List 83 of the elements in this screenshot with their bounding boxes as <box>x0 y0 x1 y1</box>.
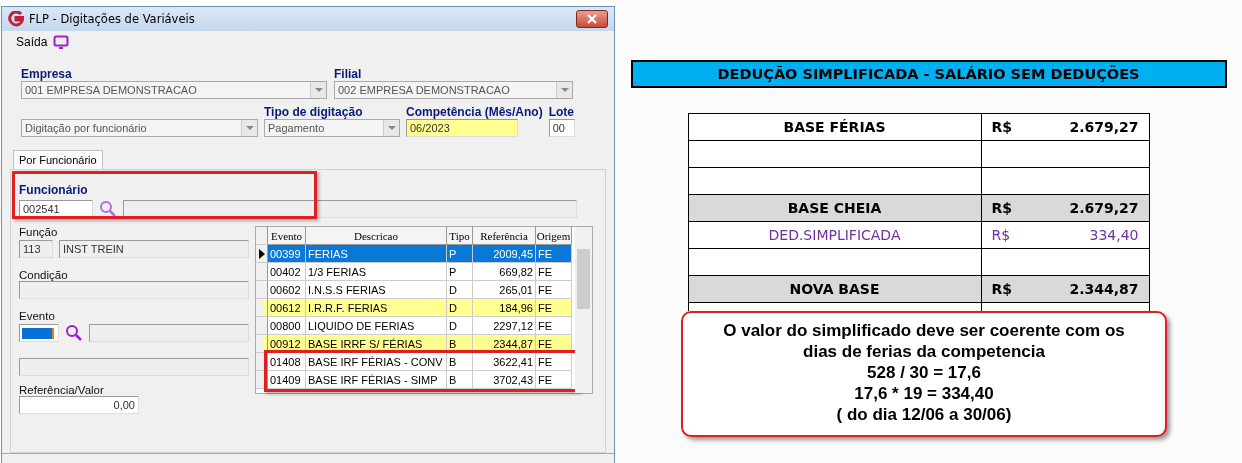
field-label: Empresa <box>21 67 73 81</box>
branch-dropdown[interactable]: 002 EMPRESA DEMONSTRACAO <box>334 81 573 99</box>
field-label: Filial <box>334 67 363 81</box>
menu-item[interactable]: Saída <box>16 35 48 49</box>
event-code-field[interactable] <box>19 324 59 342</box>
table-cell: FE <box>536 245 572 263</box>
sheet-cell: DED.SIMPLIFICADA <box>688 222 982 248</box>
column-header[interactable]: Evento <box>268 227 306 245</box>
field-label: Lote <box>548 105 576 119</box>
table-cell: 3622,41 <box>473 353 536 371</box>
period-field[interactable]: 06/2023 <box>406 119 518 137</box>
amount: 2.679,27 <box>1069 200 1139 216</box>
table-cell: P <box>447 263 473 281</box>
table-cell: 01409 <box>268 371 306 389</box>
table-cell: B <box>447 353 473 371</box>
value-field[interactable]: 0,00 <box>19 396 139 414</box>
field-label: Competência (Mês/Ano) <box>406 105 543 119</box>
table-cell: 669,82 <box>473 263 536 281</box>
row-pointer-icon <box>258 248 265 259</box>
window-title: FLP - Digitações de Variáveis <box>29 12 196 26</box>
row-header <box>256 227 268 245</box>
column-header[interactable]: Origem <box>536 227 572 245</box>
table-cell: BASE IRF FÉRIAS - CONV <box>306 353 447 371</box>
table-cell: 1/3 FERIAS <box>306 263 447 281</box>
grid-row[interactable]: 00912 BASE IRRF S/ FÉRIAS B 2344,87 FE <box>256 335 575 353</box>
amount: 2.344,87 <box>1069 281 1139 297</box>
field-label: Evento <box>19 310 56 322</box>
table-cell: BASE IRF FÉRIAS - SIMP <box>306 371 447 389</box>
scrollbar[interactable] <box>575 227 592 393</box>
close-button[interactable] <box>576 10 608 28</box>
table-cell: FE <box>536 353 572 371</box>
table-cell: 01408 <box>268 353 306 371</box>
table-cell: FE <box>536 299 572 317</box>
entry-mode-dropdown[interactable]: Digitação por funcionário <box>21 119 258 137</box>
table-cell: 00612 <box>268 299 306 317</box>
column-header[interactable]: Descricao <box>306 227 447 245</box>
callout-note: O valor do simplificado deve ser coerente com os dias de ferias da competencia 528 / 30 = 17,6 17,6 * 19 = 334,40 ( do dia 12/06 a 30/06) <box>681 311 1167 437</box>
amount: 334,40 <box>1089 227 1139 243</box>
company-dropdown[interactable]: 001 EMPRESA DEMONSTRACAO <box>21 81 327 99</box>
grid-row[interactable]: 00612 I.R.R.F. FERIAS D 184,96 FE <box>256 299 575 317</box>
table-cell: FE <box>536 371 572 389</box>
table-cell: D <box>447 299 473 317</box>
sheet-title: DEDUÇÃO SIMPLIFICADA - SALÁRIO SEM DEDUÇÕES <box>630 60 1227 88</box>
sheet-cell: BASE CHEIA <box>688 195 982 221</box>
field-label: Referência/Valor <box>19 384 105 396</box>
table-cell: B <box>447 371 473 389</box>
table-cell: 2009,45 <box>473 245 536 263</box>
role-code-field: 113 <box>19 240 53 258</box>
currency-symbol: R$ <box>991 227 1011 243</box>
column-header[interactable]: Tipo <box>447 227 473 245</box>
table-cell: I.R.R.F. FERIAS <box>306 299 447 317</box>
sheet-cell: NOVA BASE <box>688 276 982 302</box>
monitor-icon[interactable] <box>53 35 70 49</box>
batch-field[interactable]: 00 <box>548 119 575 137</box>
currency-symbol: R$ <box>991 281 1013 297</box>
grid-row[interactable]: 01408 BASE IRF FÉRIAS - CONV B 3622,41 FE <box>256 353 575 371</box>
tab[interactable]: Por Funcionário <box>13 150 103 169</box>
row-header[interactable] <box>256 245 268 263</box>
field-label: Funcionário <box>19 183 88 197</box>
table-cell: 00399 <box>268 245 306 263</box>
grid-row[interactable]: 00402 1/3 FERIAS P 669,82 FE <box>256 263 575 281</box>
role-name-field: INST TREIN <box>59 240 249 258</box>
field-label: Tipo de digitação <box>264 105 364 119</box>
table-cell: P <box>447 245 473 263</box>
table-cell: 184,96 <box>473 299 536 317</box>
entry-type-dropdown[interactable]: Pagamento <box>264 119 400 137</box>
search-icon[interactable] <box>65 324 83 342</box>
close-icon[interactable] <box>587 14 597 24</box>
table-cell: 3702,43 <box>473 371 536 389</box>
field-label: Função <box>19 226 59 238</box>
grid-row[interactable]: 00399 FERIAS P 2009,45 FE <box>256 245 575 263</box>
grid-row[interactable]: 01409 BASE IRF FÉRIAS - SIMP B 3702,43 FE <box>256 371 575 389</box>
currency-symbol: R$ <box>991 119 1013 135</box>
field-label: Condição <box>19 269 69 281</box>
table-cell: 00402 <box>268 263 306 281</box>
amount: 2.679,27 <box>1069 119 1139 135</box>
table-cell: FE <box>536 263 572 281</box>
table-cell: FERIAS <box>306 245 447 263</box>
logo-icon <box>8 11 24 27</box>
sheet-cell: BASE FÉRIAS <box>688 114 982 140</box>
column-header[interactable]: Referência <box>473 227 536 245</box>
search-icon[interactable] <box>99 200 117 218</box>
currency-symbol: R$ <box>991 200 1013 216</box>
